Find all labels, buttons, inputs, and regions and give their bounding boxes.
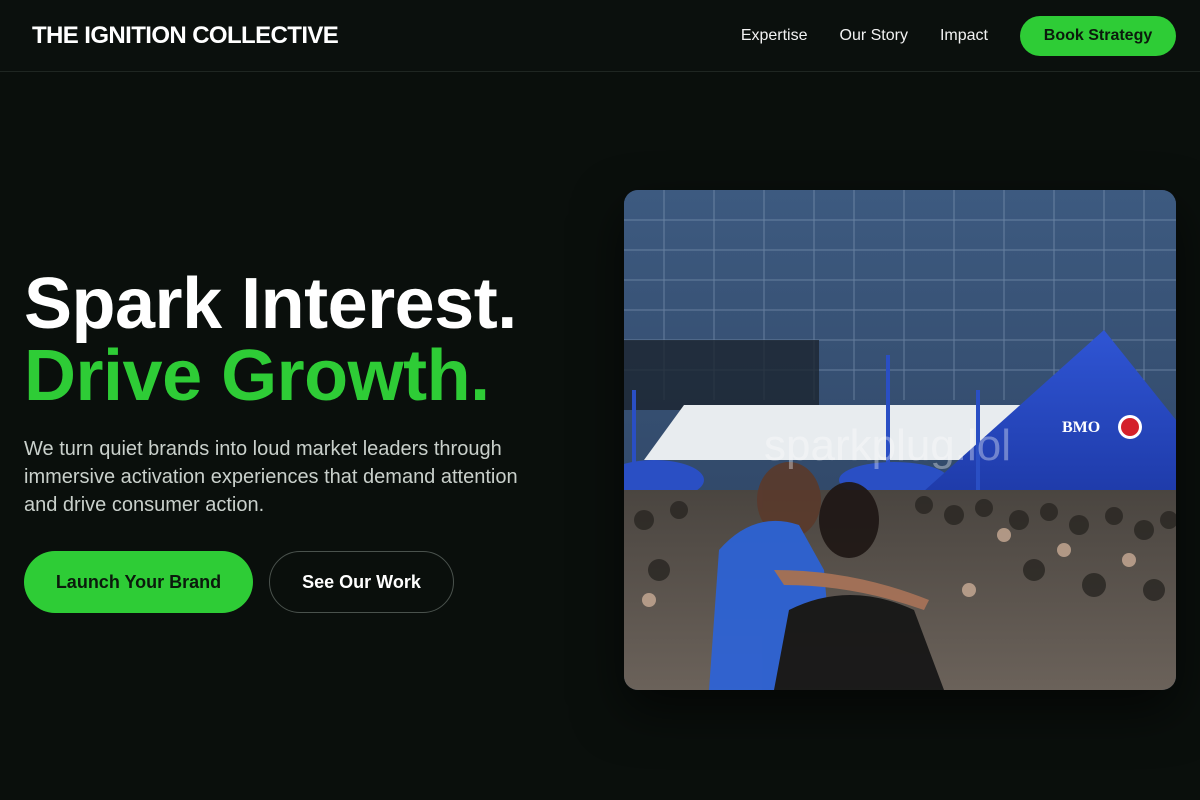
hero-title-line1: Spark Interest. (24, 264, 517, 344)
hero-title-line2: Drive Growth. (24, 336, 490, 416)
launch-brand-button[interactable]: Launch Your Brand (24, 551, 253, 613)
hero-event-photo: BMO sparkplug.lol (624, 190, 1176, 690)
brand-logo-text[interactable]: THE IGNITION COLLECTIVE (32, 22, 339, 50)
site-header: THE IGNITION COLLECTIVE Expertise Our St… (0, 0, 1200, 72)
hero-title: Spark Interest. Drive Growth. (24, 268, 517, 412)
image-watermark: sparkplug.lol (764, 421, 1011, 470)
nav-link-our-story[interactable]: Our Story (840, 27, 908, 45)
see-our-work-button[interactable]: See Our Work (269, 551, 454, 613)
main-nav: Expertise Our Story Impact Book Strategy (741, 16, 1176, 56)
book-strategy-button[interactable]: Book Strategy (1020, 16, 1176, 56)
nav-link-expertise[interactable]: Expertise (741, 27, 808, 45)
nav-link-impact[interactable]: Impact (940, 27, 988, 45)
hero-subtitle: We turn quiet brands into loud market le… (24, 438, 518, 516)
tent-logo-text: BMO (1062, 419, 1100, 436)
